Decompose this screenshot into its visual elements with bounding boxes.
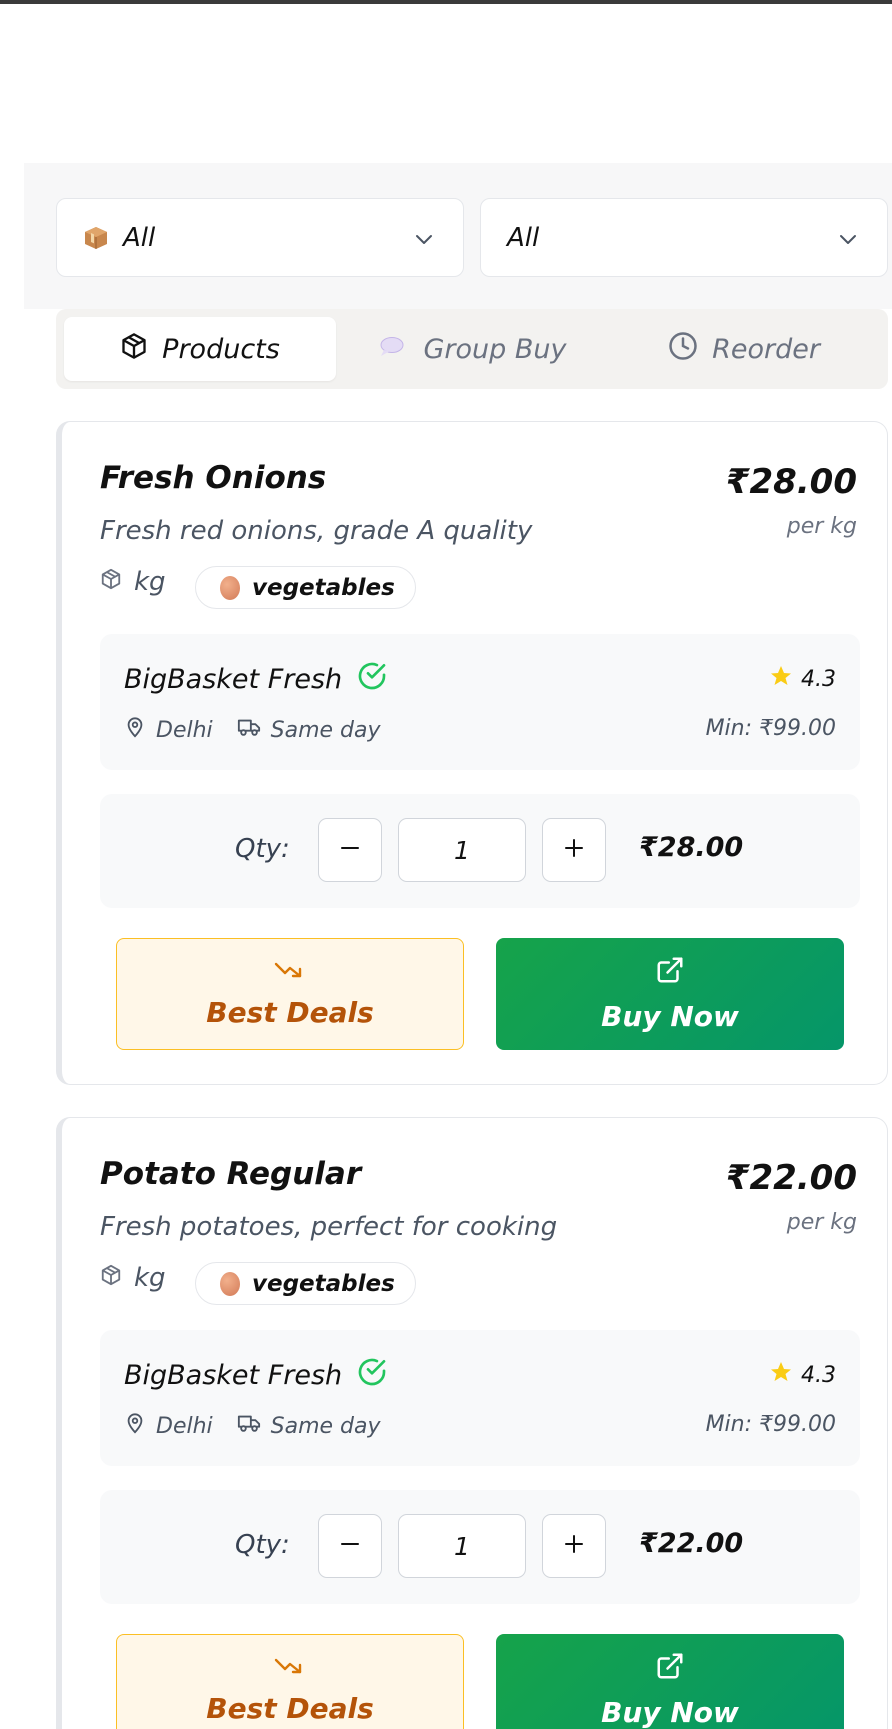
- product-card: Potato Regular ₹22.00 Fresh potatoes, pe…: [56, 1117, 888, 1729]
- secondary-select[interactable]: All: [480, 198, 888, 277]
- vendor-location-row: Delhi Same day: [124, 716, 381, 744]
- tab-products-label: Products: [162, 333, 280, 365]
- delivery-info: Same day: [237, 716, 381, 744]
- product-name: Potato Regular: [100, 1156, 362, 1192]
- tab-reorder-label: Reorder: [712, 333, 820, 365]
- potato-icon: [220, 1271, 240, 1296]
- truck-icon: [237, 1412, 271, 1440]
- vendor-location-row: Delhi Same day: [124, 1412, 381, 1440]
- product-card: Fresh Onions ₹28.00 Fresh red onions, gr…: [56, 421, 888, 1085]
- trending-down-icon: [274, 1655, 306, 1692]
- star-icon: [769, 1360, 801, 1390]
- delivery-time: Same day: [270, 717, 381, 743]
- increase-qty-button[interactable]: [542, 818, 606, 882]
- star-icon: [769, 664, 801, 694]
- product-name: Fresh Onions: [100, 460, 327, 496]
- decrease-qty-button[interactable]: [318, 818, 382, 882]
- delivery-info: Same day: [237, 1412, 381, 1440]
- unit-label: kg: [134, 567, 166, 597]
- product-description: Fresh potatoes, perfect for cooking: [100, 1212, 558, 1242]
- minus-icon: [338, 836, 362, 864]
- qty-label: Qty:: [235, 834, 290, 864]
- buy-now-button[interactable]: Buy Now: [496, 1634, 844, 1729]
- package-icon: [120, 332, 162, 367]
- quantity-input[interactable]: 1: [398, 1514, 526, 1578]
- map-pin-icon: [124, 716, 156, 744]
- decrease-qty-button[interactable]: [318, 1514, 382, 1578]
- map-pin-icon: [124, 1412, 156, 1440]
- product-description: Fresh red onions, grade A quality: [100, 516, 533, 546]
- trending-down-icon: [274, 959, 306, 996]
- category-select-value: All: [123, 222, 156, 253]
- vendor-rating: 4.3: [769, 1360, 836, 1390]
- verified-check-icon: [342, 1356, 388, 1395]
- product-price: ₹22.00: [725, 1158, 857, 1198]
- chevron-down-icon: [837, 227, 859, 257]
- category-select[interactable]: All: [56, 198, 464, 277]
- buy-now-label: Buy Now: [601, 1000, 739, 1033]
- speech-bubble-icon: [378, 334, 418, 365]
- category-tag-label: vegetables: [252, 1270, 395, 1297]
- vendor-location: Delhi: [156, 1413, 213, 1439]
- increase-qty-button[interactable]: [542, 1514, 606, 1578]
- clock-icon: [668, 331, 712, 368]
- qty-label: Qty:: [235, 1530, 290, 1560]
- minus-icon: [338, 1532, 362, 1560]
- price-unit-note: per kg: [786, 514, 857, 539]
- buy-now-button[interactable]: Buy Now: [496, 938, 844, 1050]
- package-icon: [100, 1263, 134, 1293]
- potato-icon: [220, 575, 240, 600]
- vendor-name: BigBasket Fresh: [124, 664, 343, 695]
- window-top-bar: [0, 0, 892, 4]
- vendor-location: Delhi: [156, 717, 213, 743]
- quantity-selector: Qty: 1 ₹28.00: [100, 794, 860, 908]
- vendor-name: BigBasket Fresh: [124, 1360, 343, 1391]
- verified-check-icon: [342, 660, 388, 699]
- external-link-icon: [655, 1651, 685, 1696]
- chevron-down-icon: [413, 227, 435, 257]
- tab-group-buy[interactable]: Group Buy: [336, 317, 608, 381]
- buy-now-label: Buy Now: [601, 1696, 739, 1729]
- line-total: ₹28.00: [639, 832, 744, 863]
- vendor-name-row: BigBasket Fresh: [124, 1356, 388, 1395]
- quantity-input[interactable]: 1: [398, 818, 526, 882]
- product-price: ₹28.00: [725, 462, 857, 502]
- vendor-rating: 4.3: [769, 664, 836, 694]
- min-order: Min: ₹99.00: [705, 716, 836, 741]
- package-emoji-icon: [83, 225, 109, 251]
- line-total: ₹22.00: [639, 1528, 744, 1559]
- plus-icon: [562, 836, 586, 864]
- rating-value: 4.3: [801, 666, 836, 692]
- unit-info: kg: [100, 567, 166, 597]
- view-tabs: Products Group Buy Reorder: [56, 309, 888, 389]
- category-tag-label: vegetables: [252, 574, 395, 601]
- best-deals-button[interactable]: Best Deals: [116, 1634, 464, 1729]
- package-icon: [100, 567, 134, 597]
- vendor-name-row: BigBasket Fresh: [124, 660, 388, 699]
- price-unit-note: per kg: [786, 1210, 857, 1235]
- tab-products[interactable]: Products: [64, 317, 336, 381]
- unit-info: kg: [100, 1263, 166, 1293]
- rating-value: 4.3: [801, 1362, 836, 1388]
- unit-label: kg: [134, 1263, 166, 1293]
- min-order: Min: ₹99.00: [705, 1412, 836, 1437]
- quantity-selector: Qty: 1 ₹22.00: [100, 1490, 860, 1604]
- tab-reorder[interactable]: Reorder: [608, 317, 880, 381]
- best-deals-label: Best Deals: [206, 1692, 374, 1725]
- truck-icon: [237, 716, 271, 744]
- delivery-time: Same day: [270, 1413, 381, 1439]
- category-tag: vegetables: [195, 566, 416, 609]
- tab-group-buy-label: Group Buy: [423, 333, 567, 365]
- best-deals-button[interactable]: Best Deals: [116, 938, 464, 1050]
- vendor-info: BigBasket Fresh 4.3 Delhi Same day Min:: [100, 634, 860, 770]
- secondary-select-value: All: [507, 222, 540, 253]
- vendor-info: BigBasket Fresh 4.3 Delhi Same day Min:: [100, 1330, 860, 1466]
- external-link-icon: [655, 955, 685, 1000]
- plus-icon: [562, 1532, 586, 1560]
- category-tag: vegetables: [195, 1262, 416, 1305]
- best-deals-label: Best Deals: [206, 996, 374, 1029]
